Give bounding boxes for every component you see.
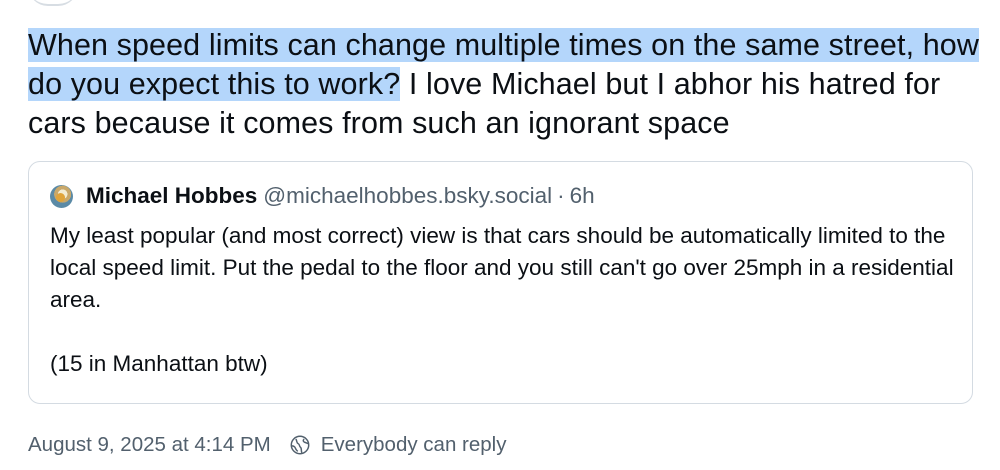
separator-dot: · xyxy=(557,183,565,208)
globe-icon xyxy=(290,435,310,455)
quoted-post-text: My least popular (and most correct) view… xyxy=(50,223,954,376)
post-timestamp: August 9, 2025 at 4:14 PM xyxy=(28,433,271,456)
quoted-post-card[interactable]: Michael Hobbes @michaelhobbes.bsky.socia… xyxy=(28,161,973,404)
quoted-post-time[interactable]: 6h xyxy=(570,183,595,209)
quoted-author-name[interactable]: Michael Hobbes xyxy=(86,183,257,209)
post-meta: August 9, 2025 at 4:14 PM Everybody can … xyxy=(28,431,506,459)
quoted-author-avatar[interactable] xyxy=(50,184,73,208)
reply-setting-label: Everybody can reply xyxy=(320,433,507,456)
reply-setting[interactable]: Everybody can reply xyxy=(289,433,507,457)
post-text: When speed limits can change multiple ti… xyxy=(28,26,988,143)
avatar[interactable] xyxy=(28,0,78,6)
quoted-post-header: Michael Hobbes @michaelhobbes.bsky.socia… xyxy=(50,182,595,210)
quoted-author-handle[interactable]: @michaelhobbes.bsky.social xyxy=(263,183,552,209)
